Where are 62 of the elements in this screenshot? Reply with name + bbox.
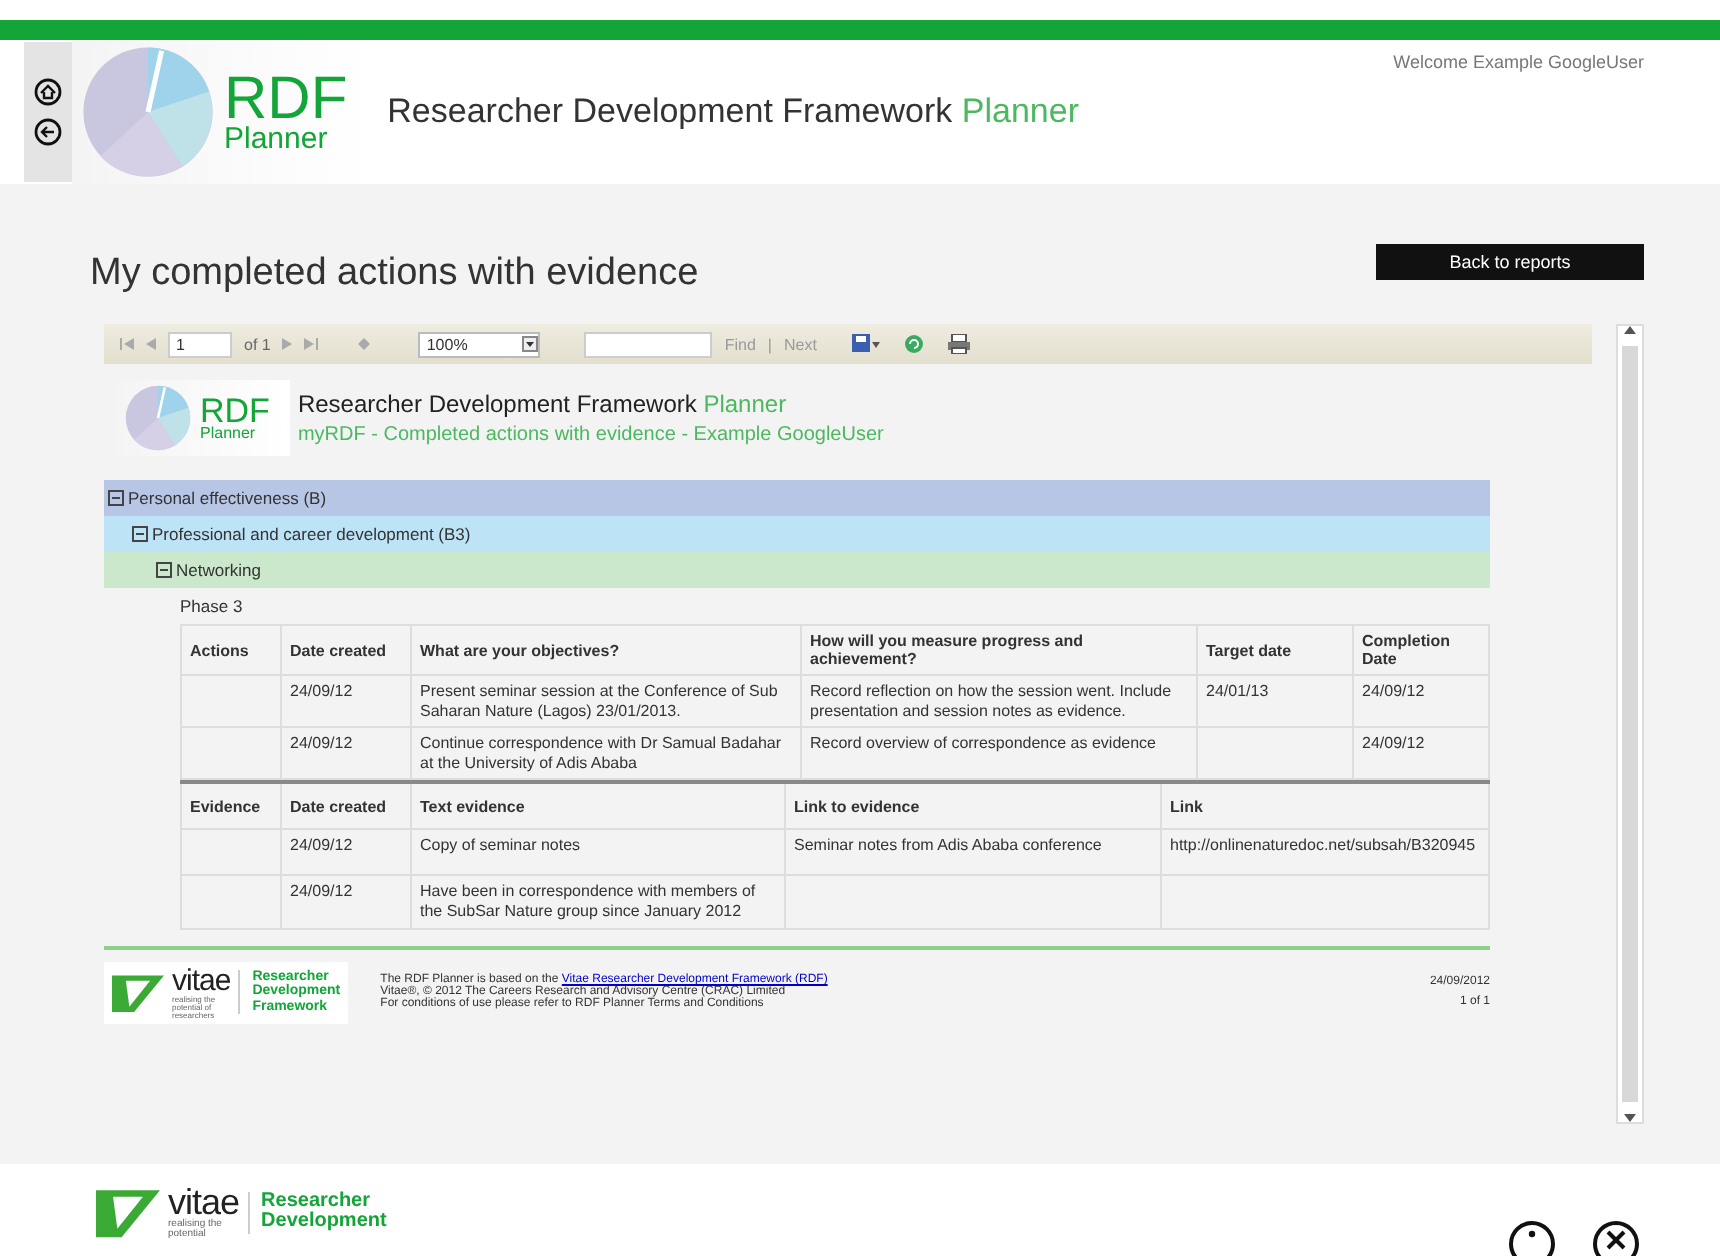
collapse-icon[interactable] xyxy=(132,526,148,542)
table-cell: 24/09/12 xyxy=(281,875,411,929)
table-cell: Present seminar session at the Conference of Sub Saharan Nature (Lagos) 23/01/2013. xyxy=(411,675,801,728)
table-cell: Record reflection on how the session went. Include presentation and session notes as evidence. xyxy=(801,675,1197,728)
column-header: How will you measure progress and achievement? xyxy=(801,625,1197,675)
column-header: Evidence xyxy=(181,782,281,830)
column-header: Link xyxy=(1161,782,1489,830)
logo-emblem-icon xyxy=(80,44,216,180)
column-header: Date created xyxy=(281,625,411,675)
app-title: Researcher Development Framework Planner xyxy=(387,92,1079,132)
vitae-logo-icon xyxy=(112,971,164,1013)
group-label: Professional and career development (B3) xyxy=(152,524,471,544)
collapse-icon[interactable] xyxy=(108,490,124,506)
zoom-select[interactable]: 100% xyxy=(418,331,541,357)
scroll-up-icon[interactable] xyxy=(1624,326,1636,334)
close-icon[interactable] xyxy=(1592,1220,1640,1256)
table-cell: 24/09/12 xyxy=(281,675,411,728)
report-subtitle: myRDF - Completed actions with evidence - Example GoogleUser xyxy=(297,424,884,446)
group-label: Networking xyxy=(176,560,262,580)
column-header: Actions xyxy=(181,625,281,675)
table-cell: Have been in correspondence with members of the SubSar Nature group since January 2012 xyxy=(411,875,785,929)
column-header: Text evidence xyxy=(411,782,785,830)
group-label: Personal effectiveness (B) xyxy=(128,488,327,508)
scrollbar[interactable] xyxy=(1616,324,1644,1124)
vitae-logo-icon xyxy=(96,1186,160,1238)
scroll-down-icon[interactable] xyxy=(1624,1114,1636,1122)
page-count-label: of 1 xyxy=(244,335,271,353)
separator-text: | xyxy=(767,335,772,353)
report-title: Researcher Development Framework Planner xyxy=(297,390,789,418)
refresh-icon[interactable] xyxy=(904,334,925,354)
table-cell: 24/09/12 xyxy=(1353,727,1489,780)
page-title: My completed actions with evidence xyxy=(90,252,699,296)
logo-text: RDF xyxy=(200,395,270,427)
table-cell: 24/09/12 xyxy=(281,829,411,876)
column-header: Link to evidence xyxy=(785,782,1161,830)
table-cell: http://onlinenaturedoc.net/subsah/B320945 xyxy=(1161,829,1489,876)
collapse-icon[interactable] xyxy=(156,562,172,578)
column-header: What are your objectives? xyxy=(411,625,801,675)
table-cell: 24/09/12 xyxy=(1353,675,1489,728)
welcome-text: Welcome Example GoogleUser xyxy=(1393,52,1644,72)
back-to-reports-button[interactable]: Back to reports xyxy=(1376,244,1644,280)
table-cell: Continue correspondence with Dr Samual Badahar at the University of Adis Ababa xyxy=(411,727,801,780)
table-cell: Copy of seminar notes xyxy=(411,829,785,876)
table-cell: 24/09/12 xyxy=(281,727,411,780)
column-header: Completion Date xyxy=(1353,625,1489,675)
dropdown-caret-icon xyxy=(522,336,539,352)
table-cell: Record overview of correspondence as evidence xyxy=(801,727,1197,780)
table-cell: Seminar notes from Adis Ababa conference xyxy=(785,829,1161,876)
find-field[interactable] xyxy=(584,331,713,357)
logo-subtext: Planner xyxy=(224,125,330,153)
column-header: Target date xyxy=(1197,625,1353,675)
save-icon[interactable] xyxy=(852,334,881,354)
table-cell: 24/01/13 xyxy=(1197,675,1353,728)
home-icon[interactable] xyxy=(34,78,62,106)
logo-subtext: Planner xyxy=(200,426,258,441)
print-icon[interactable] xyxy=(948,334,971,354)
column-header: Date created xyxy=(281,782,411,830)
phase-label: Phase 3 xyxy=(180,596,243,616)
info-icon[interactable] xyxy=(1508,1220,1556,1256)
logo-emblem-icon xyxy=(124,384,192,452)
logo-text: RDF xyxy=(224,71,348,126)
page-number-field[interactable]: 1 xyxy=(168,331,232,357)
